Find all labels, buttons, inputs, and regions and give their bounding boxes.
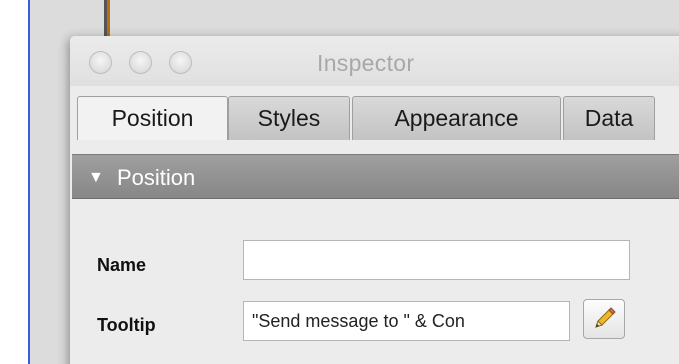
pencil-icon: [595, 307, 616, 328]
tab-data[interactable]: Data: [563, 96, 655, 140]
window-title: Inspector: [317, 50, 415, 76]
tab-styles[interactable]: Styles: [228, 96, 350, 140]
position-section-header[interactable]: ▼ Position: [72, 154, 679, 199]
tab-appearance[interactable]: Appearance: [352, 96, 561, 140]
section-title: Position: [117, 165, 196, 190]
close-window-button[interactable]: [89, 51, 112, 74]
name-field[interactable]: [243, 240, 630, 280]
title-bar[interactable]: Inspector: [70, 36, 679, 86]
edit-tooltip-button[interactable]: [583, 299, 625, 339]
position-section-content: Name Tooltip "Send message to " & Con: [72, 199, 679, 364]
zoom-window-button[interactable]: [169, 51, 192, 74]
screen: Inspector Position Styles Appearance Dat…: [0, 0, 679, 364]
name-label: Name: [97, 255, 147, 275]
disclosure-triangle-icon[interactable]: ▼: [88, 155, 104, 200]
tab-position[interactable]: Position: [77, 96, 228, 140]
inspector-window: Inspector Position Styles Appearance Dat…: [70, 36, 679, 364]
tab-bar: Position Styles Appearance Data: [70, 90, 679, 140]
tooltip-field[interactable]: "Send message to " & Con: [243, 301, 570, 341]
background-object-highlight: [107, 0, 110, 40]
background-canvas-edge: [0, 0, 28, 364]
minimize-window-button[interactable]: [129, 51, 152, 74]
tooltip-label: Tooltip: [97, 315, 156, 335]
